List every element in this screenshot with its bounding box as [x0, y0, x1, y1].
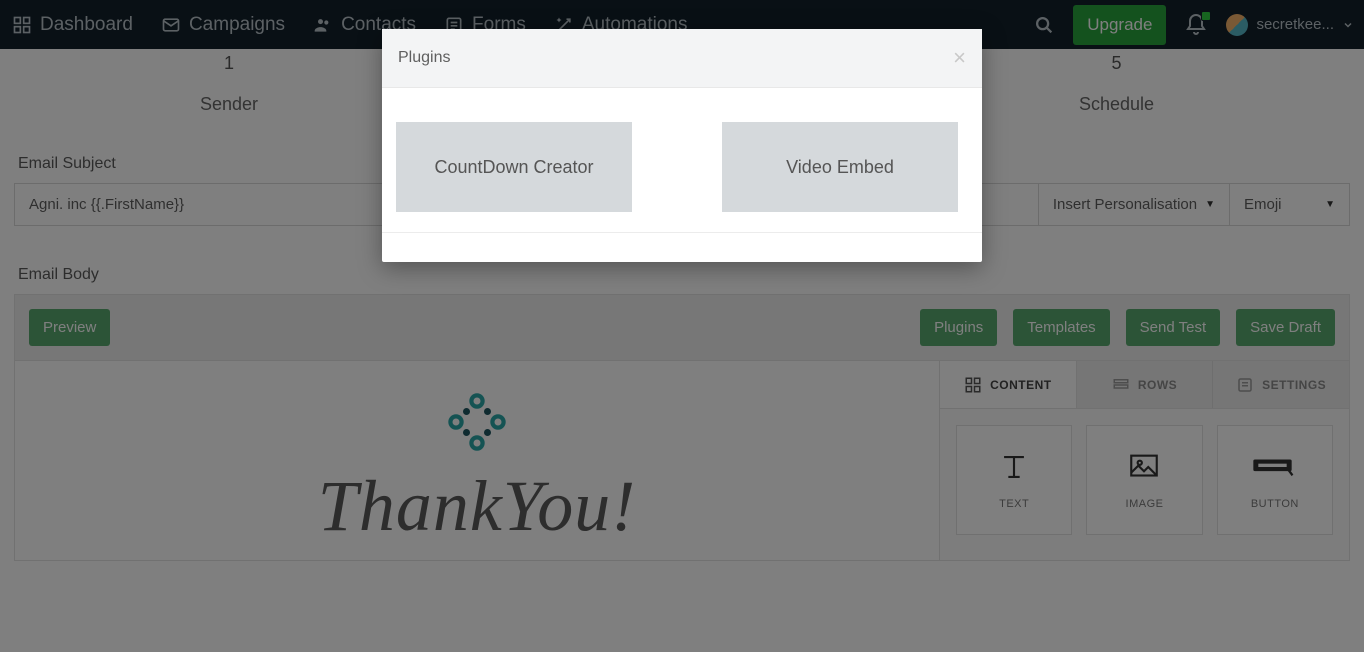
modal-overlay[interactable]: Plugins × CountDown Creator Video Embed	[0, 0, 1364, 652]
plugin-video-embed[interactable]: Video Embed	[722, 122, 958, 212]
tile-label: Video Embed	[786, 157, 894, 178]
close-icon[interactable]: ×	[953, 47, 966, 69]
modal-footer	[382, 232, 982, 262]
tile-label: CountDown Creator	[434, 157, 593, 178]
modal-body: CountDown Creator Video Embed	[382, 88, 982, 232]
modal-header: Plugins ×	[382, 29, 982, 88]
modal-title: Plugins	[398, 49, 450, 67]
plugin-countdown-creator[interactable]: CountDown Creator	[396, 122, 632, 212]
plugins-modal: Plugins × CountDown Creator Video Embed	[382, 29, 982, 262]
